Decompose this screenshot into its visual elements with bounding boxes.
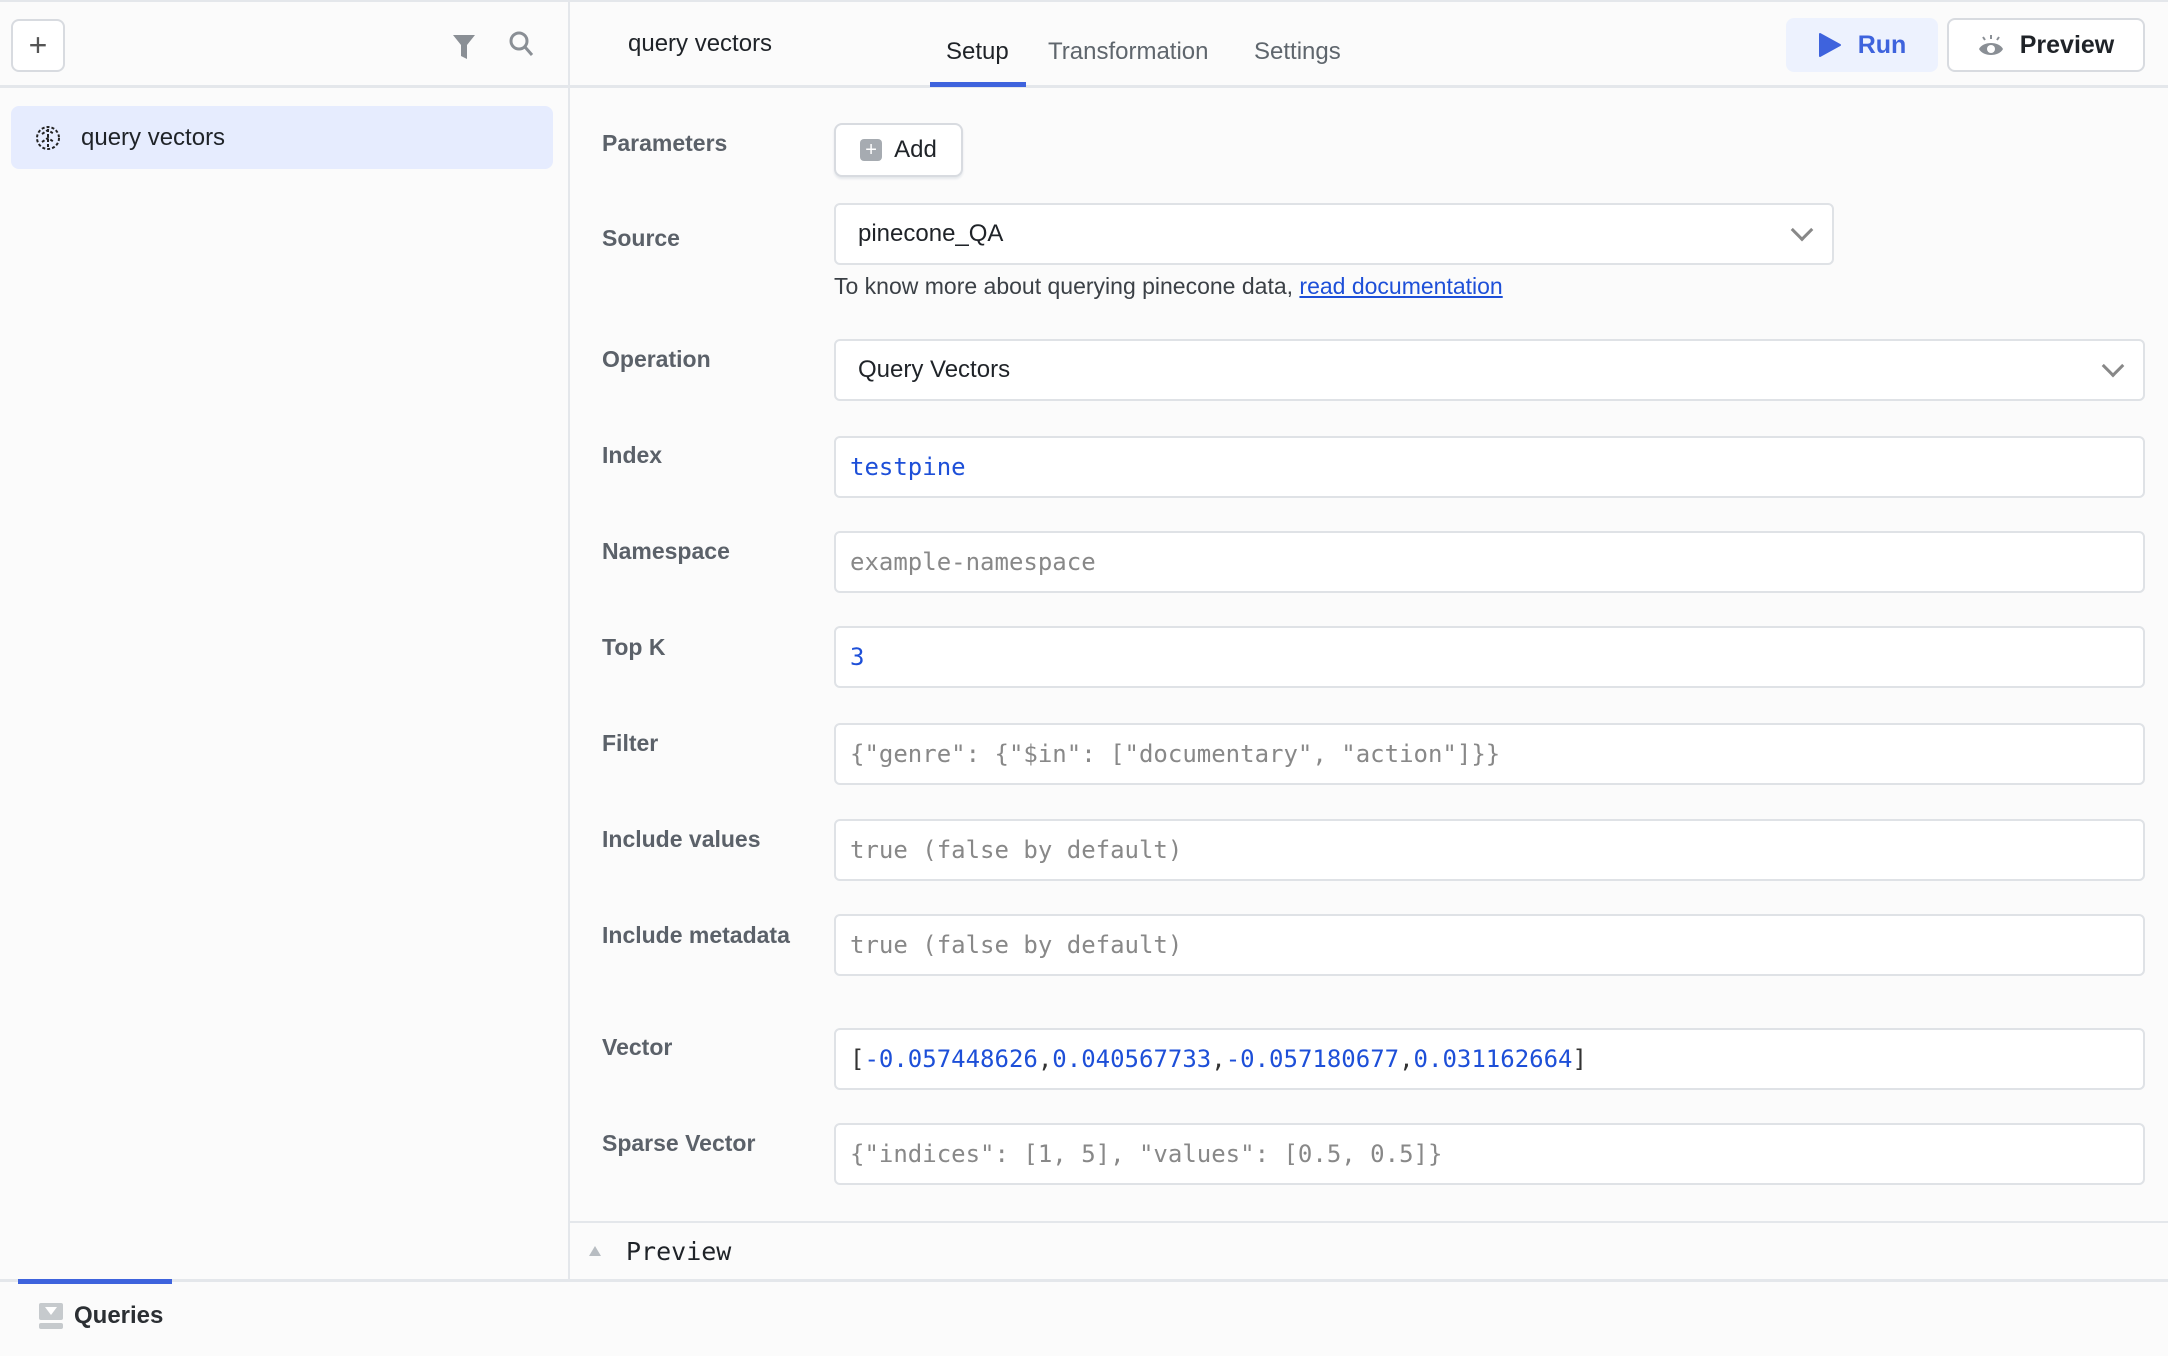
preview-panel-toggle[interactable]: Preview — [570, 1221, 2168, 1279]
active-tab-indicator — [930, 82, 1026, 87]
sparse-vector-label: Sparse Vector — [602, 1130, 756, 1156]
chevron-down-icon — [1790, 218, 1814, 242]
sidebar-item-label: query vectors — [81, 123, 226, 151]
filter-icon[interactable] — [452, 34, 476, 60]
pinecone-icon — [36, 125, 60, 150]
add-parameter-button[interactable]: + Add — [834, 123, 963, 177]
run-label: Run — [1857, 30, 1907, 59]
queries-tab[interactable]: Queries — [38, 1302, 163, 1330]
tab-setup[interactable]: Setup — [946, 38, 1009, 66]
operation-label: Operation — [602, 346, 711, 372]
chevron-down-icon — [2101, 354, 2125, 378]
index-input[interactable]: testpine — [834, 436, 2145, 498]
vector-value: 0.040567733 — [1052, 1045, 1212, 1073]
search-icon[interactable] — [508, 30, 534, 58]
index-label: Index — [602, 442, 663, 468]
source-label: Source — [602, 225, 680, 251]
play-icon — [1818, 33, 1841, 57]
filter-input[interactable]: {"genre": {"$in": ["documentary", "actio… — [834, 723, 2145, 785]
operation-value: Query Vectors — [858, 356, 1011, 383]
include-values-label: Include values — [602, 826, 761, 852]
vector-label: Vector — [602, 1034, 673, 1060]
tab-settings[interactable]: Settings — [1254, 38, 1341, 66]
read-documentation-link[interactable]: read documentation — [1299, 273, 1502, 299]
namespace-label: Namespace — [602, 538, 730, 564]
queries-label: Queries — [74, 1302, 164, 1329]
source-value: pinecone_QA — [858, 220, 1004, 247]
source-help-text: To know more about querying pinecone dat… — [834, 273, 1503, 300]
add-query-button[interactable]: + — [11, 19, 65, 72]
run-button[interactable]: Run — [1786, 18, 1938, 72]
top-k-input[interactable]: 3 — [834, 626, 2145, 688]
top-k-label: Top K — [602, 634, 666, 660]
operation-select[interactable]: Query Vectors — [834, 339, 2145, 401]
vector-input[interactable]: [-0.057448626, 0.040567733, -0.057180677, 0… — [834, 1028, 2145, 1090]
preview-button[interactable]: Preview — [1947, 18, 2145, 72]
sidebar — [0, 0, 570, 1279]
queries-icon — [39, 1303, 63, 1329]
include-metadata-label: Include metadata — [602, 922, 790, 948]
vector-value: -0.057180677 — [1225, 1045, 1400, 1073]
vector-value: -0.057448626 — [864, 1045, 1038, 1073]
plus-icon: + — [860, 139, 883, 161]
sparse-vector-input[interactable]: {"indices": [1, 5], "values": [0.5, 0.5]… — [834, 1123, 2145, 1185]
filter-label: Filter — [602, 730, 659, 756]
preview-label: Preview — [2019, 30, 2115, 59]
tab-transformation[interactable]: Transformation — [1048, 38, 1209, 66]
help-text: To know more about querying pinecone dat… — [834, 273, 1300, 299]
include-values-input[interactable]: true (false by default) — [834, 819, 2145, 881]
eye-icon — [1978, 35, 2003, 55]
bottom-bar — [0, 1279, 2168, 1356]
query-title[interactable]: query vectors — [628, 30, 772, 58]
preview-panel-label: Preview — [626, 1236, 732, 1266]
source-select[interactable]: pinecone_QA — [834, 203, 1834, 265]
namespace-input[interactable]: example-namespace — [834, 531, 2145, 593]
caret-up-icon — [589, 1246, 601, 1256]
sidebar-header — [0, 0, 570, 88]
add-label: Add — [894, 136, 937, 163]
parameters-label: Parameters — [602, 130, 728, 156]
vector-value: 0.031162664 — [1413, 1045, 1573, 1073]
active-bottom-tab-indicator — [18, 1279, 172, 1284]
sidebar-item-query-vectors[interactable]: query vectors — [11, 106, 553, 169]
include-metadata-input[interactable]: true (false by default) — [834, 914, 2145, 976]
